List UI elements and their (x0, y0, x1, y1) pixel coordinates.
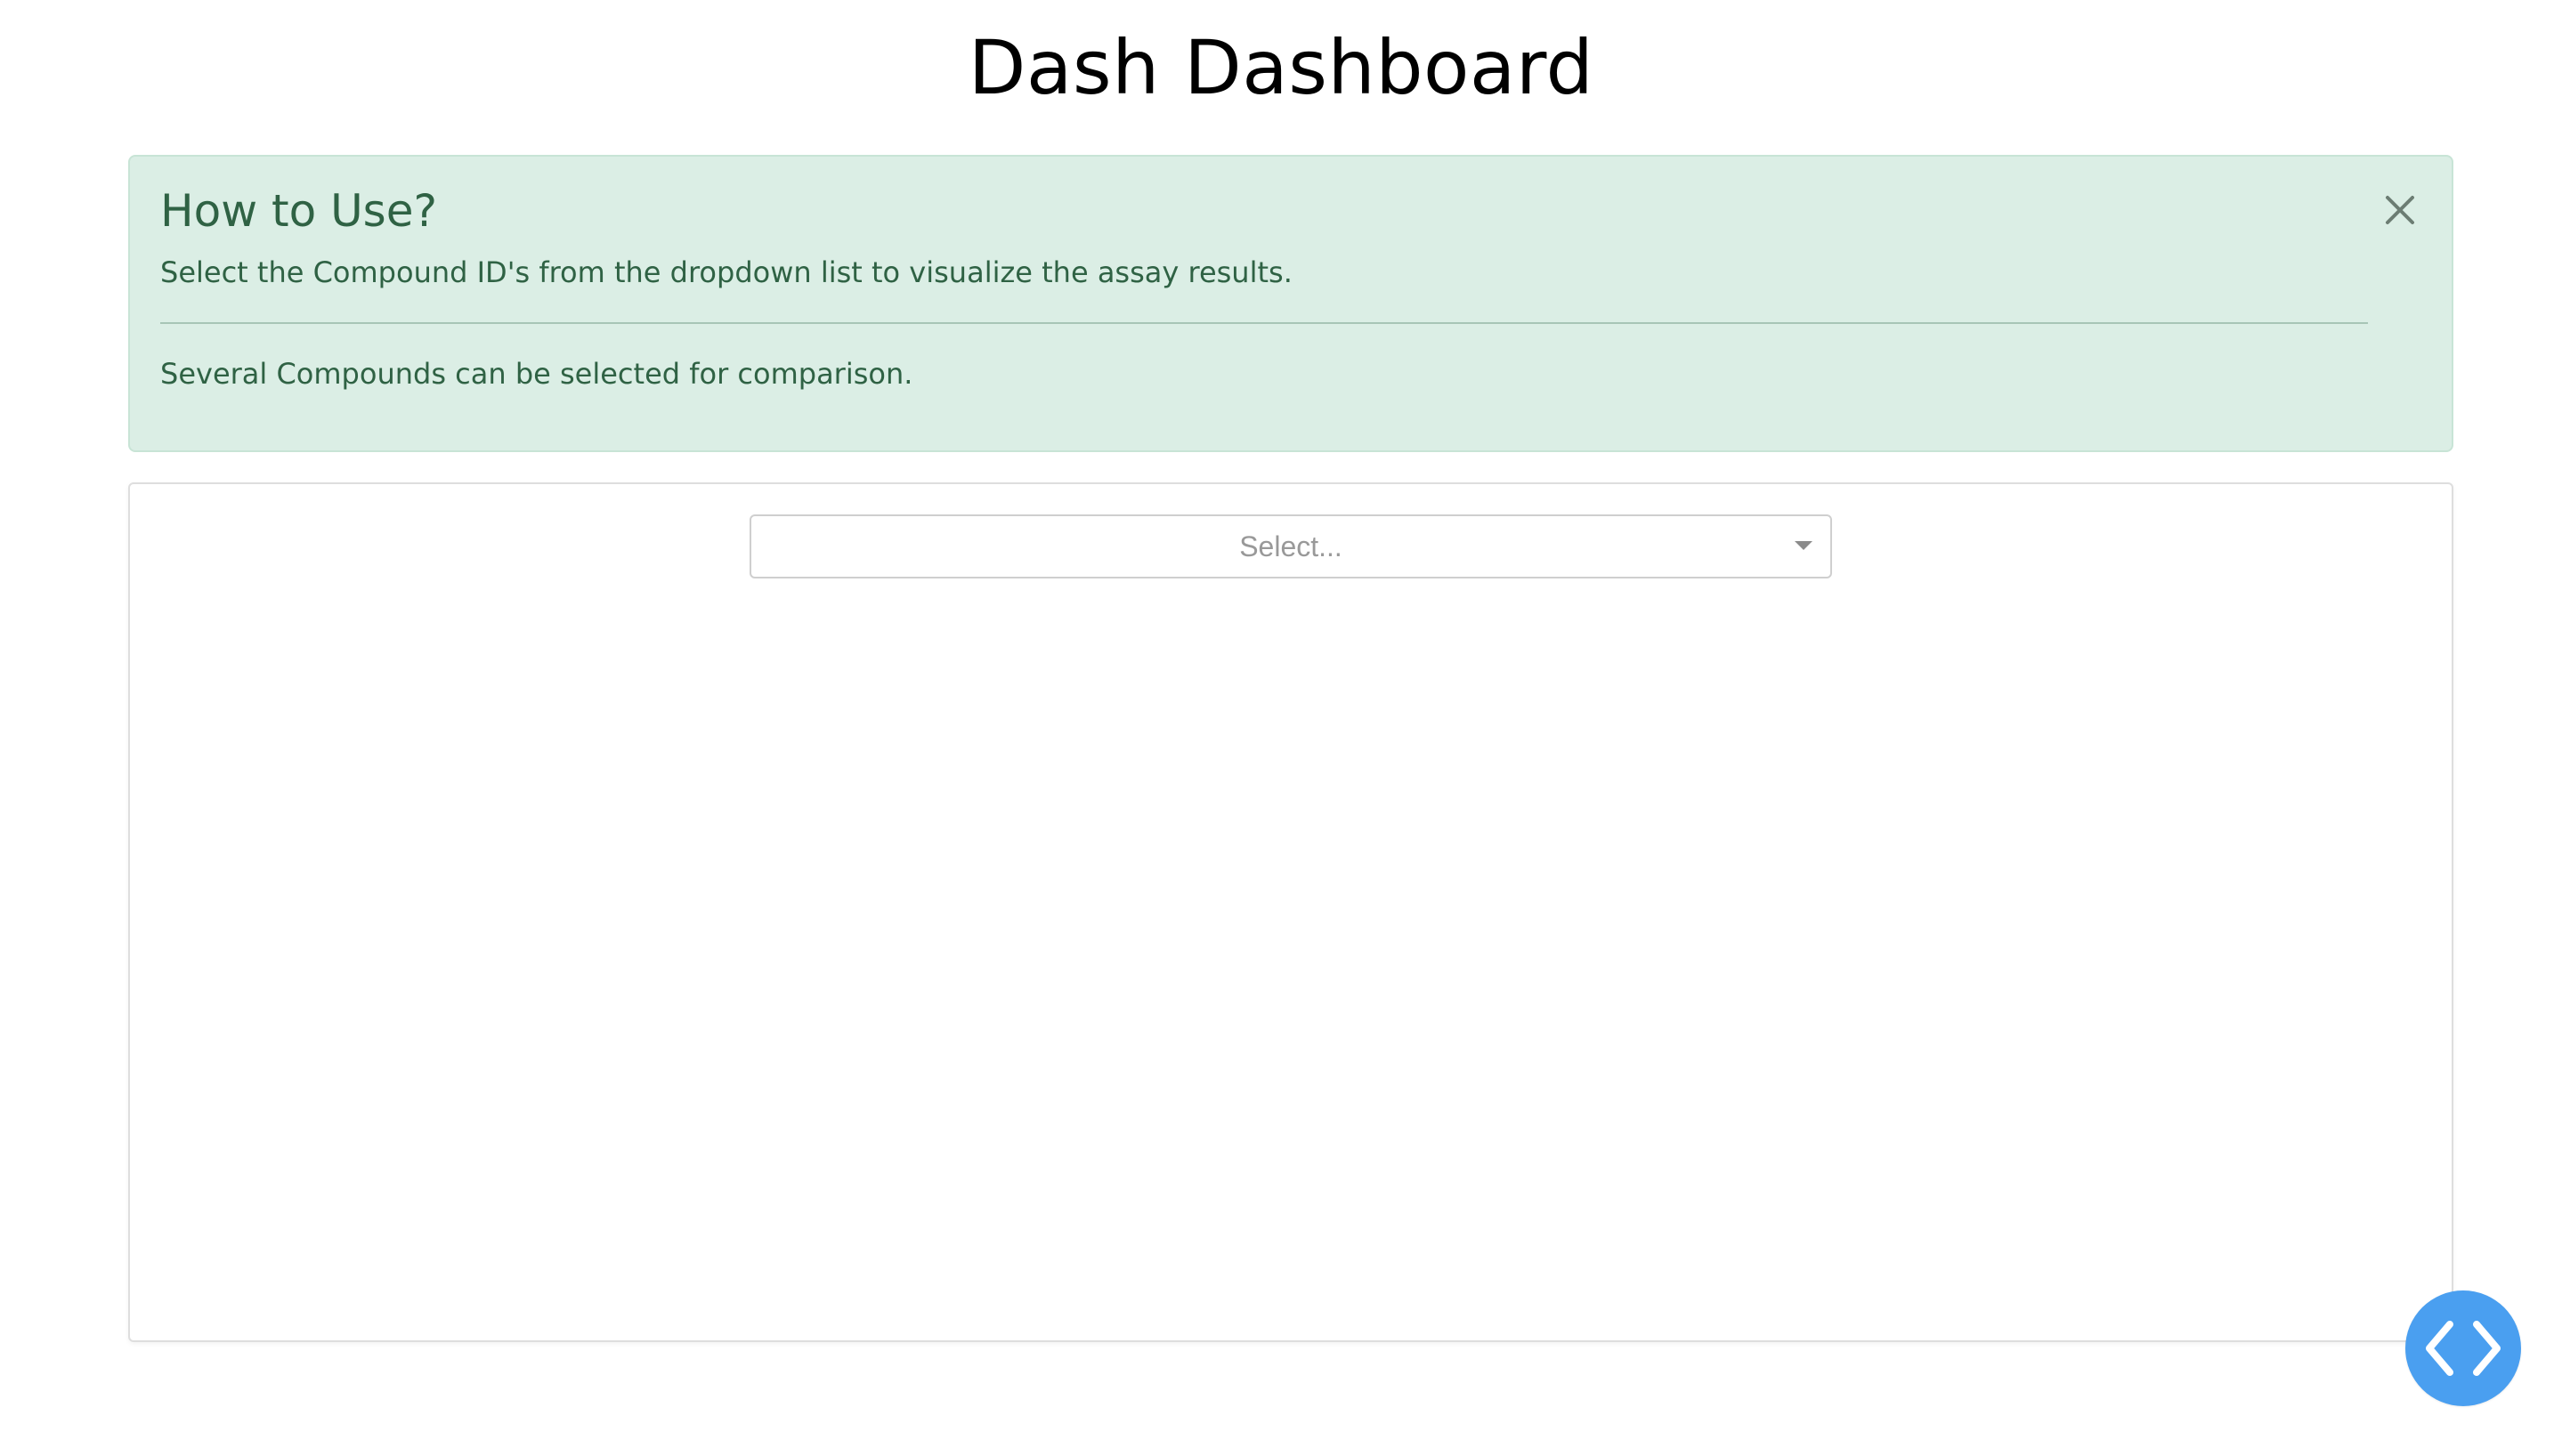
alert-heading: How to Use? (160, 185, 438, 237)
alert-instruction-text: Select the Compound ID's from the dropdo… (160, 255, 1293, 289)
alert-comparison-text: Several Compounds can be selected for co… (160, 357, 913, 391)
compound-results-panel: Select... (128, 482, 2453, 1342)
alert-divider (160, 322, 2368, 324)
usage-alert: How to Use? Select the Compound ID's fro… (128, 155, 2453, 452)
code-brackets-icon (2426, 1321, 2501, 1376)
chevron-down-icon[interactable] (1795, 541, 1812, 550)
code-toggle-button[interactable] (2405, 1290, 2521, 1406)
compound-id-select[interactable]: Select... (750, 514, 1832, 578)
dashboard-page: Dash Dashboard How to Use? Select the Co… (0, 0, 2562, 1456)
compound-select-placeholder: Select... (1239, 530, 1342, 562)
close-alert-button[interactable] (2375, 185, 2425, 235)
page-title: Dash Dashboard (968, 24, 1594, 111)
close-icon (2386, 196, 2414, 224)
